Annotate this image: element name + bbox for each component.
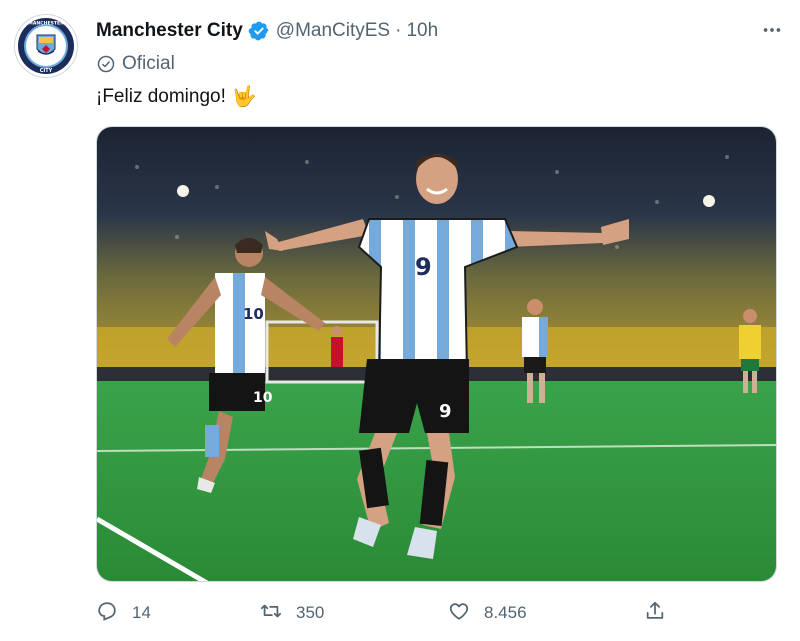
- tweet-actions: 14 350 8.456: [96, 598, 676, 628]
- tweet-photo[interactable]: 10 10 9 9: [96, 126, 777, 582]
- tweet-text: ¡Feliz domingo! 🤟: [96, 84, 257, 109]
- avatar-text-bottom: CITY: [40, 68, 53, 74]
- retweet-icon: [260, 600, 282, 627]
- heart-icon: [448, 600, 470, 627]
- reply-count: 14: [132, 603, 151, 622]
- more-horizontal-icon[interactable]: [758, 16, 786, 44]
- main-player-shirt-number: 9: [415, 253, 432, 281]
- separator-dot: ·: [395, 20, 402, 41]
- retweet-button[interactable]: 350: [260, 598, 324, 628]
- main-player-shorts-number: 9: [439, 401, 452, 422]
- avatar[interactable]: MANCHESTER CITY: [14, 14, 78, 78]
- tweet-header: Manchester City @ManCityES · 10h: [96, 18, 780, 44]
- retweet-count: 350: [296, 603, 325, 622]
- reply-icon: [96, 600, 118, 627]
- display-name[interactable]: Manchester City: [96, 20, 243, 42]
- share-icon: [644, 600, 666, 627]
- left-player-shirt-number: 10: [243, 305, 264, 323]
- tweet-card[interactable]: MANCHESTER CITY Manchester City @ManCity…: [0, 0, 800, 641]
- rock-hand-emoji: 🤟: [231, 86, 257, 108]
- user-handle[interactable]: @ManCityES: [276, 20, 390, 42]
- affiliation-label: Oficial: [96, 52, 175, 76]
- verified-badge-icon: [248, 20, 270, 42]
- label-text: Oficial: [122, 53, 175, 74]
- tweet-body: ¡Feliz domingo!: [96, 85, 226, 107]
- like-count: 8.456: [484, 603, 527, 622]
- share-button[interactable]: [644, 598, 666, 628]
- left-player-shorts-number: 10: [253, 390, 273, 406]
- reply-button[interactable]: 14: [96, 598, 151, 628]
- like-button[interactable]: 8.456: [448, 598, 527, 628]
- avatar-text-top: MANCHESTER: [28, 21, 64, 27]
- timestamp[interactable]: 10h: [406, 20, 438, 42]
- check-circle-icon: [96, 54, 116, 74]
- manchester-city-crest-icon: MANCHESTER CITY: [16, 16, 76, 76]
